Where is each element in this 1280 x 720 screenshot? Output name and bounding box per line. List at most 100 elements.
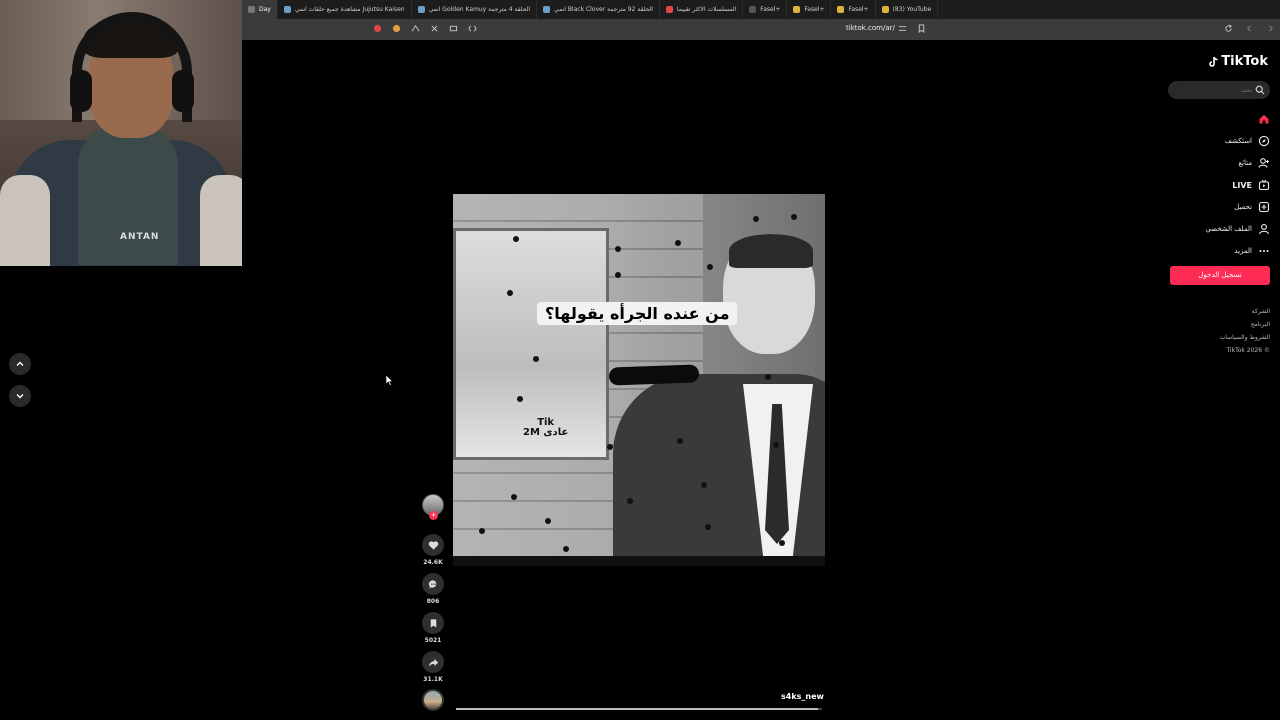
reload-icon[interactable] [1223, 23, 1234, 34]
more-icon [1258, 245, 1270, 257]
like-action[interactable]: 24.6K [422, 534, 444, 566]
tab-favicon-icon [749, 6, 757, 13]
sidebar-item-label: المزيد [1234, 247, 1252, 255]
browser-nav-buttons [1223, 23, 1276, 34]
sidebar-item-following[interactable]: متابَع [1166, 152, 1270, 174]
chevron-down-icon [16, 394, 24, 399]
like-button[interactable] [422, 534, 444, 556]
sidebar-item-upload[interactable]: تحميل [1166, 196, 1270, 218]
code-icon[interactable] [467, 23, 478, 34]
comment-count: 806 [426, 598, 440, 605]
browser-address-bar: tiktok.com/ar/ [242, 19, 1280, 40]
sidebar-item-label: الملف الشخصي [1205, 225, 1252, 233]
login-button[interactable]: تسجيل الدخول [1170, 266, 1270, 285]
extension-icon[interactable] [391, 23, 402, 34]
tab-title: Fasel+ [848, 6, 869, 13]
search-input[interactable] [1176, 83, 1252, 97]
profile-icon [1258, 223, 1270, 235]
extension-icon[interactable] [372, 23, 383, 34]
video-dot [773, 442, 779, 448]
follow-plus-icon[interactable]: + [429, 511, 438, 520]
sidebar-item-label: LIVE [1232, 180, 1252, 190]
tab-favicon-icon [793, 6, 801, 13]
sidebar-item-compass[interactable]: استكشف [1166, 130, 1270, 152]
tiktok-logo-text: TikTok [1221, 54, 1268, 69]
video-dot [615, 246, 621, 252]
webcam-sleeve-left [0, 175, 50, 266]
video-dot [753, 216, 759, 222]
video-dot [533, 356, 539, 362]
comment-action[interactable]: 806 [422, 573, 444, 605]
footer-link[interactable]: الشروط والسياسات [1166, 331, 1270, 344]
browser-tab[interactable]: Day [242, 0, 278, 19]
tab-title: Day [259, 6, 271, 13]
sidebar-item-profile[interactable]: الملف الشخصي [1166, 218, 1270, 240]
browser-tab[interactable]: Fasel+ [743, 0, 788, 19]
creator-avatar-wrap[interactable]: + [422, 494, 444, 522]
video-dot [615, 272, 621, 278]
back-icon[interactable] [1244, 23, 1255, 34]
sidebar-item-label: استكشف [1224, 137, 1252, 145]
creator-username[interactable]: s4ks_new [781, 692, 824, 701]
bookmark-icon[interactable] [916, 23, 927, 34]
save-button[interactable] [422, 612, 444, 634]
share-button[interactable] [422, 651, 444, 673]
sidebar-item-label: تحميل [1234, 203, 1252, 211]
search-box[interactable] [1168, 81, 1270, 99]
browser-tab-strip: Day مشاهدة جميع حلقات انمي Jujutsu Kaisen… [242, 0, 1280, 19]
url-text[interactable]: tiktok.com/ar/ [846, 24, 895, 32]
reader-icon[interactable] [410, 23, 421, 34]
sidebar-item-home[interactable] [1166, 108, 1270, 130]
screen: ANTAN Day مشاهدة جميع حلقات انمي Jujutsu … [0, 0, 1280, 720]
footer-link[interactable]: البرنامج [1166, 318, 1270, 331]
video-player[interactable]: من عنده الجرأه يقولها؟ Tik 2M عادی [453, 194, 825, 566]
sidebar-item-more[interactable]: المزيد [1166, 240, 1270, 262]
extension-icons [372, 23, 478, 34]
heart-icon [428, 540, 438, 550]
tiktok-sidebar: TikTok استكشف متابَع LIVE تحميل الملف الشخصي… [1166, 40, 1280, 720]
tab-favicon-icon [417, 6, 425, 13]
mouse-cursor-icon [386, 375, 394, 386]
watermark-line-2: 2M عادی [523, 427, 569, 438]
site-settings-icon[interactable] [897, 23, 908, 34]
browser-tab[interactable]: (83) YouTube [876, 0, 939, 19]
browser-tab[interactable]: Fasel+ [831, 0, 876, 19]
share-icon [428, 658, 438, 667]
share-count: 31.1K [423, 676, 443, 683]
previous-video-button[interactable] [9, 353, 31, 375]
tiktok-note-icon [1209, 56, 1218, 67]
capture-icon[interactable] [429, 23, 440, 34]
browser-tab[interactable]: المسلسلات الاكثر تقييما [660, 0, 744, 19]
footer-link[interactable]: الشركة [1166, 305, 1270, 318]
video-progress-fill [456, 708, 819, 710]
live-icon [1258, 179, 1270, 191]
browser-tab[interactable]: انمي Golden Kamuy الحلقة 4 مترجمة [412, 0, 538, 19]
shirt-text: ANTAN [120, 232, 160, 242]
address-actions [897, 23, 927, 34]
forward-icon[interactable] [1265, 23, 1276, 34]
share-action[interactable]: 31.1K [422, 651, 444, 683]
anchor-hair [729, 234, 813, 268]
browser-tab[interactable]: Fasel+ [787, 0, 832, 19]
headphones-ear-left [70, 70, 92, 112]
following-icon [1258, 157, 1270, 169]
next-video-button[interactable] [9, 385, 31, 407]
video-dot [513, 236, 519, 242]
video-watermark: Tik 2M عادی [523, 418, 568, 438]
sidebar-item-label: متابَع [1238, 159, 1252, 167]
music-disc-icon[interactable] [422, 689, 444, 711]
home-icon [1258, 113, 1270, 125]
comment-button[interactable] [422, 573, 444, 595]
search-icon[interactable] [1255, 85, 1265, 95]
browser-tab[interactable]: انمي Black Clover الحلقة 92 مترجمة [537, 0, 660, 19]
upload-icon [1258, 201, 1270, 213]
media-icon[interactable] [448, 23, 459, 34]
tab-title: (83) YouTube [892, 6, 932, 13]
browser-tab[interactable]: مشاهدة جميع حلقات انمي Jujutsu Kaisen [278, 0, 412, 19]
video-progress-bar[interactable] [456, 708, 822, 710]
video-dot [517, 396, 523, 402]
tab-title: المسلسلات الاكثر تقييما [676, 6, 737, 13]
tiktok-logo[interactable]: TikTok [1208, 54, 1268, 69]
save-action[interactable]: 5021 [422, 612, 444, 644]
sidebar-item-live[interactable]: LIVE [1166, 174, 1270, 196]
